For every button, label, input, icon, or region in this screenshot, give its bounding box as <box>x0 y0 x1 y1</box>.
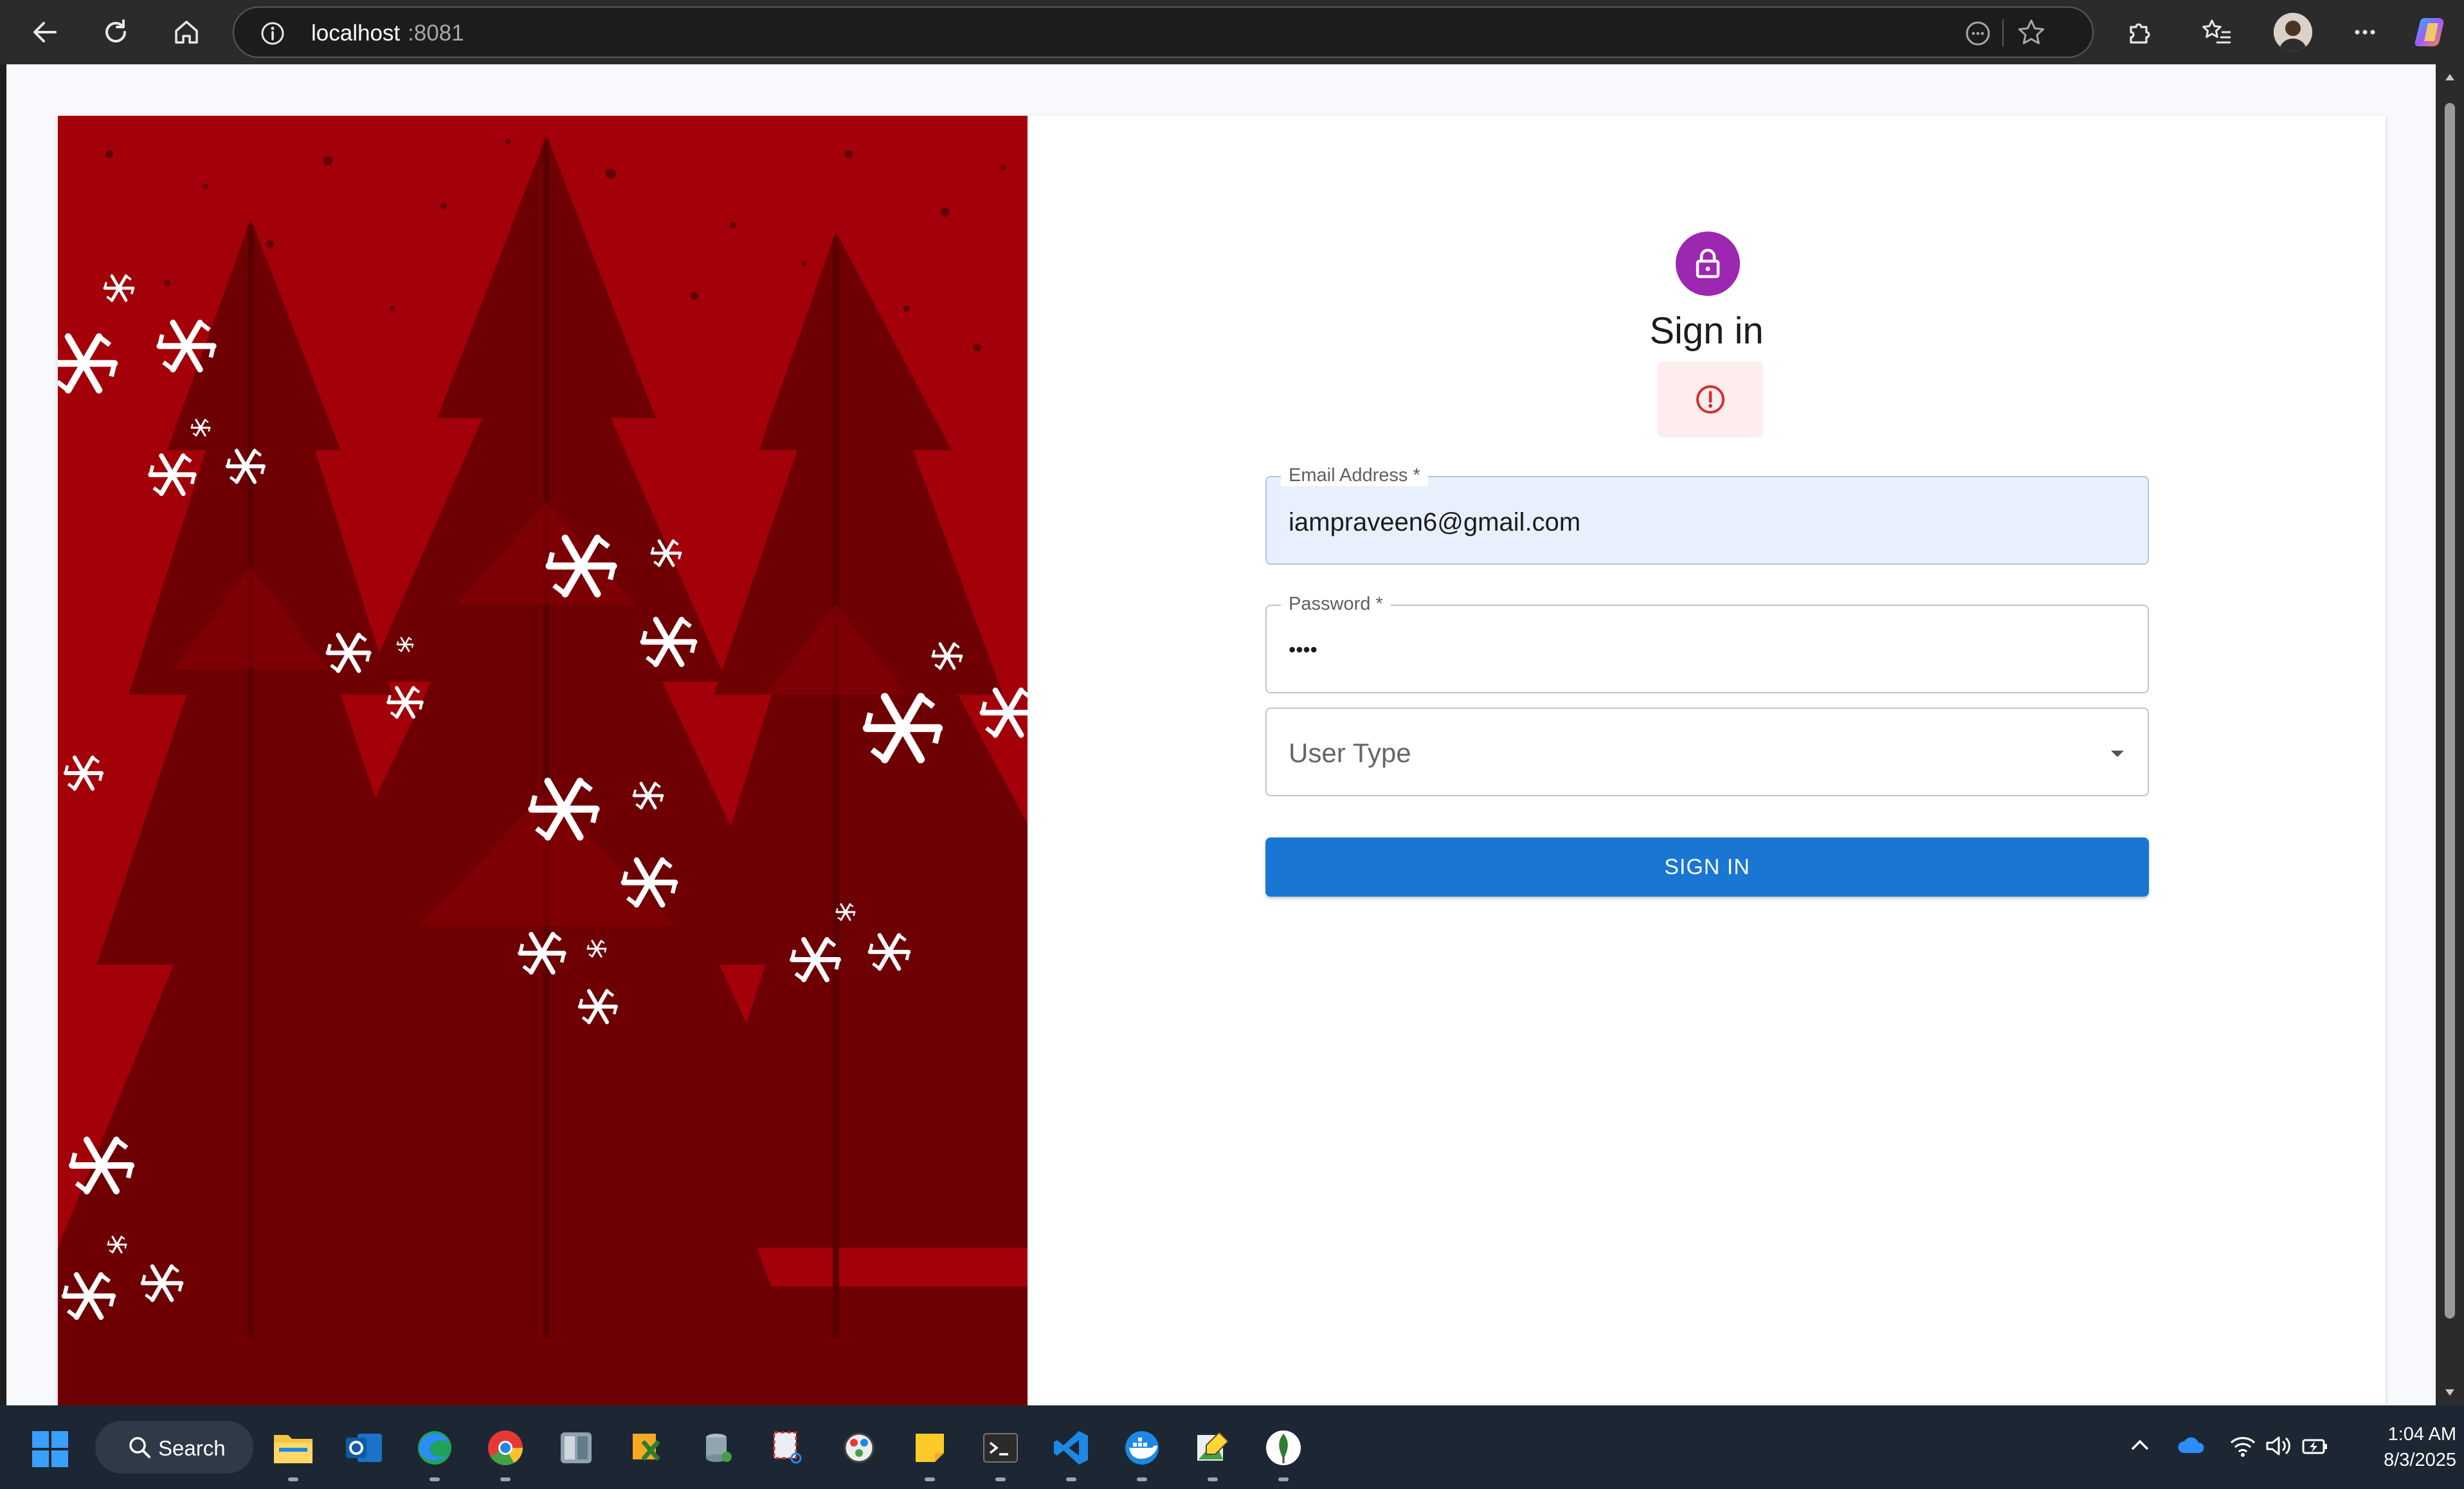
vscode-icon <box>1054 1431 1088 1465</box>
running-indicator <box>925 1477 935 1481</box>
terminal-icon <box>983 1433 1018 1463</box>
christmas-trees-illustration <box>58 116 1028 1409</box>
running-indicator <box>1278 1477 1289 1481</box>
running-indicator <box>1137 1477 1147 1481</box>
chrome-icon <box>488 1430 523 1466</box>
taskbar-docker[interactable] <box>1119 1425 1165 1481</box>
user-type-select[interactable]: User Type <box>1265 708 2149 796</box>
running-indicator <box>500 1477 511 1481</box>
signin-form-pane: Sign in Email Address * iampraveen6@gmai… <box>1028 116 2386 1409</box>
login-card: Sign in Email Address * iampraveen6@gmai… <box>58 116 2386 1409</box>
battery-charging-icon[interactable] <box>2301 1434 2329 1458</box>
search-label: Search <box>158 1436 226 1460</box>
reading-mode-icon[interactable] <box>1964 19 1992 48</box>
url-port: :8081 <box>408 21 464 46</box>
running-indicator <box>995 1477 1006 1481</box>
clock-date[interactable]: 8/3/2025 <box>2328 1449 2456 1471</box>
running-indicator <box>430 1477 440 1481</box>
taskbar-edge[interactable] <box>412 1425 458 1481</box>
excel-tool-icon <box>633 1434 660 1461</box>
taskbar-mongodb[interactable] <box>1260 1425 1307 1481</box>
file-explorer-icon <box>274 1435 313 1463</box>
dropdown-arrow-icon <box>2111 751 2124 757</box>
error-alert <box>1658 361 1763 437</box>
clock-time[interactable]: 1:04 AM <box>2341 1423 2456 1445</box>
taskbar-paint[interactable] <box>836 1425 882 1471</box>
sticky-notes-icon <box>916 1434 944 1462</box>
reload-icon <box>105 19 126 42</box>
page-title: Sign in <box>1649 310 1764 352</box>
running-indicator <box>1066 1477 1076 1481</box>
home-icon <box>175 21 198 44</box>
copilot-icon[interactable] <box>2413 13 2451 51</box>
taskbar-chrome[interactable] <box>482 1425 529 1481</box>
search-icon <box>129 1437 150 1458</box>
hero-image <box>58 116 1028 1409</box>
extensions-puzzle-icon <box>2130 23 2150 44</box>
wifi-icon[interactable] <box>2229 1434 2257 1458</box>
chevron-up-icon[interactable] <box>2128 1434 2151 1457</box>
sign-in-button[interactable]: SIGN IN <box>1265 837 2149 897</box>
taskbar-image-tool[interactable] <box>1190 1425 1236 1481</box>
email-value: iampraveen6@gmail.com <box>1289 508 1581 536</box>
mongodb-icon <box>1266 1430 1301 1465</box>
taskbar-photos[interactable] <box>553 1425 599 1471</box>
page-viewport: Sign in Email Address * iampraveen6@gmai… <box>6 64 2436 1409</box>
favorites-list-icon <box>2202 19 2231 44</box>
taskbar-database-tool[interactable] <box>694 1425 741 1471</box>
password-label: Password * <box>1281 593 1391 615</box>
site-info-icon[interactable] <box>260 21 285 46</box>
outlook-icon <box>346 1434 382 1462</box>
favorite-star-icon[interactable] <box>2015 17 2047 49</box>
extensions-button[interactable] <box>2122 14 2158 50</box>
docker-icon <box>1125 1431 1159 1465</box>
browser-toolbar: localhost :8081 <box>0 0 2464 64</box>
image-tool-icon <box>1197 1431 1229 1461</box>
favorites-button[interactable] <box>2199 14 2235 50</box>
volume-icon[interactable] <box>2265 1434 2293 1458</box>
taskbar-file-explorer[interactable] <box>270 1425 316 1481</box>
lock-icon <box>1696 248 1720 279</box>
home-button[interactable] <box>168 14 204 50</box>
page-scrollbar[interactable] <box>2436 64 2464 1405</box>
taskbar-outlook[interactable] <box>341 1425 387 1471</box>
edge-icon <box>418 1431 451 1465</box>
taskbar-snipping-tool[interactable] <box>765 1425 811 1471</box>
url-host: localhost <box>311 21 401 46</box>
back-button[interactable] <box>27 14 63 50</box>
database-tool-icon <box>706 1434 732 1462</box>
windows-taskbar: Search 1:04 AM 8/3/2025 <box>0 1405 2464 1489</box>
taskbar-search[interactable]: Search <box>95 1421 253 1474</box>
email-label: Email Address * <box>1281 464 1428 486</box>
email-field[interactable]: Email Address * iampraveen6@gmail.com <box>1265 464 2149 565</box>
photos-icon <box>561 1432 592 1463</box>
more-dots-icon <box>2355 30 2375 35</box>
paint-icon <box>844 1432 874 1463</box>
taskbar-excel-tool[interactable] <box>624 1425 670 1471</box>
password-value: •••• <box>1289 638 1318 661</box>
back-arrow-icon <box>33 22 57 42</box>
scroll-up-arrow-icon[interactable] <box>2443 71 2456 84</box>
running-indicator <box>288 1477 298 1481</box>
scrollbar-thumb[interactable] <box>2445 103 2455 1319</box>
user-type-placeholder: User Type <box>1289 738 1411 768</box>
profile-avatar[interactable] <box>2274 13 2312 51</box>
reload-button[interactable] <box>98 14 134 50</box>
address-bar[interactable]: localhost :8081 <box>233 6 2094 58</box>
error-outline-icon <box>1696 385 1725 414</box>
profile-photo-icon <box>2274 13 2312 51</box>
password-field[interactable]: Password * •••• <box>1265 593 2149 693</box>
taskbar-terminal[interactable] <box>977 1425 1024 1481</box>
onedrive-cloud-icon[interactable] <box>2176 1434 2207 1457</box>
settings-more-button[interactable] <box>2347 14 2383 50</box>
snipping-tool-icon <box>773 1431 802 1464</box>
running-indicator <box>1208 1477 1218 1481</box>
address-separator <box>2002 19 2004 46</box>
taskbar-vscode[interactable] <box>1048 1425 1094 1481</box>
lock-avatar <box>1676 232 1740 296</box>
taskbar-sticky-notes[interactable] <box>907 1425 953 1481</box>
scroll-down-arrow-icon[interactable] <box>2443 1386 2456 1399</box>
windows-start-icon[interactable] <box>31 1430 69 1468</box>
